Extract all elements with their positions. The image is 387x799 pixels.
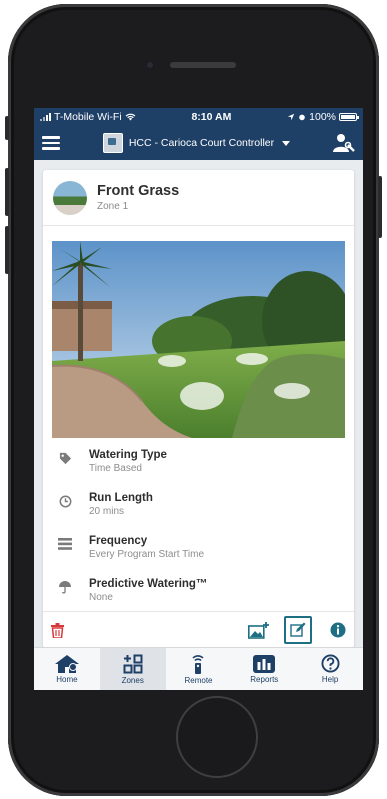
controller-selector[interactable]: HCC - Carioca Court Controller	[102, 133, 291, 153]
zone-details: Watering Type Time Based Run Length 20 m…	[43, 438, 354, 616]
list-icon	[57, 536, 73, 552]
zone-card: Front Grass Zone 1 Watering Type Time Ba…	[43, 170, 354, 648]
home-hardware-button[interactable]	[176, 696, 258, 778]
location-arrow-icon	[287, 113, 295, 121]
detail-value: Time Based	[89, 463, 142, 474]
detail-predictive-watering: Predictive Watering™ None	[57, 573, 342, 616]
card-action-bar	[43, 611, 354, 648]
menu-icon[interactable]	[42, 136, 60, 150]
detail-label: Frequency	[89, 535, 148, 547]
signal-icon	[40, 113, 51, 121]
detail-watering-type: Watering Type Time Based	[57, 444, 342, 487]
detail-label: Run Length	[89, 492, 153, 504]
user-settings-icon[interactable]	[332, 133, 355, 153]
clock-icon	[57, 493, 73, 509]
tag-icon	[57, 450, 73, 466]
detail-run-length: Run Length 20 mins	[57, 487, 342, 530]
volume-down-button	[5, 226, 9, 274]
clock-time: 8:10 AM	[191, 111, 232, 123]
detail-label: Predictive Watering™	[89, 578, 208, 590]
chevron-down-icon	[282, 140, 291, 146]
top-navbar: HCC - Carioca Court Controller	[34, 126, 363, 160]
alarm-icon	[299, 114, 305, 121]
tab-reports[interactable]: Reports	[231, 648, 297, 690]
tab-help[interactable]: Help	[297, 648, 363, 690]
bottom-tab-bar: Home Zones Remote Reports Help	[34, 647, 363, 690]
tab-label: Help	[321, 675, 339, 684]
zone-header: Front Grass Zone 1	[43, 170, 354, 226]
tab-home[interactable]: Home	[34, 648, 100, 690]
earpiece-speaker	[170, 62, 236, 68]
tab-label: Home	[56, 674, 78, 684]
controller-icon	[102, 133, 123, 153]
wifi-icon	[125, 113, 136, 121]
front-camera	[145, 60, 155, 70]
detail-value: None	[89, 592, 113, 603]
trash-icon	[51, 622, 64, 638]
app-screen: T-Mobile Wi-Fi 8:10 AM 100% HCC - Carioc…	[34, 108, 363, 690]
tab-label: Reports	[250, 674, 279, 684]
reports-icon	[253, 654, 276, 673]
controller-name: HCC - Carioca Court Controller	[128, 137, 275, 149]
info-button[interactable]	[330, 622, 346, 638]
battery-percent: 100%	[309, 111, 336, 123]
detail-value: Every Program Start Time	[89, 549, 205, 560]
add-photo-button[interactable]	[248, 621, 270, 639]
remote-icon	[192, 654, 205, 674]
zone-name: Front Grass	[97, 183, 180, 199]
zone-number: Zone 1	[97, 201, 129, 212]
detail-value: 20 mins	[89, 506, 125, 517]
home-icon	[54, 654, 79, 673]
carrier-label: T-Mobile Wi-Fi	[54, 111, 122, 123]
edit-zone-button[interactable]	[284, 616, 312, 644]
mute-switch	[5, 116, 9, 140]
tab-remote[interactable]: Remote	[166, 648, 232, 690]
tab-label: Zones	[121, 675, 144, 685]
edit-icon	[290, 622, 306, 637]
zone-avatar	[53, 180, 87, 215]
add-image-icon	[248, 622, 269, 639]
help-icon	[321, 654, 340, 673]
umbrella-icon	[57, 579, 73, 595]
info-icon	[330, 622, 346, 638]
delete-button[interactable]	[51, 622, 64, 638]
power-button	[378, 176, 382, 238]
detail-label: Watering Type	[89, 449, 167, 461]
zone-photo	[52, 241, 345, 438]
tab-label: Remote	[184, 675, 213, 685]
detail-frequency: Frequency Every Program Start Time	[57, 530, 342, 573]
zones-grid-icon	[123, 654, 143, 673]
status-bar: T-Mobile Wi-Fi 8:10 AM 100%	[34, 108, 363, 126]
tab-zones[interactable]: Zones	[99, 648, 166, 690]
battery-icon	[339, 113, 359, 121]
volume-up-button	[5, 168, 9, 216]
